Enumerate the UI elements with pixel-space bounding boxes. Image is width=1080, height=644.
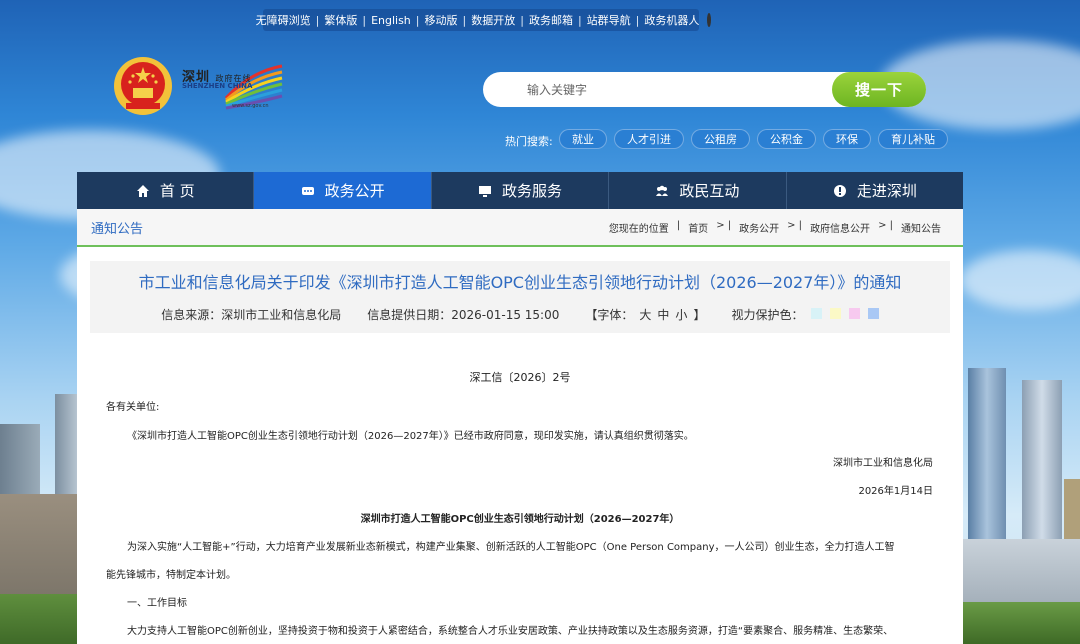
sign-date: 2026年1月14日	[858, 486, 933, 497]
article-header: 市工业和信息化局关于印发《深圳市打造人工智能OPC创业生态引领地行动计划（202…	[90, 261, 950, 333]
nav-disclosure[interactable]: 政务公开	[254, 172, 432, 209]
salutation: 各有关单位:	[106, 402, 160, 413]
search-box: 搜一下	[483, 72, 926, 107]
font-size-label: 【字体：	[585, 308, 634, 322]
hot-tag[interactable]: 公积金	[757, 129, 816, 149]
disclosure-icon	[301, 186, 314, 195]
nav-label: 政务服务	[502, 182, 563, 200]
section-heading: 一、工作目标	[127, 598, 187, 609]
link-mobile[interactable]: 移动版	[420, 12, 463, 28]
link-gov-robot[interactable]: 政务机器人	[639, 12, 704, 28]
hot-tag[interactable]: 公租房	[691, 129, 750, 149]
link-accessibility[interactable]: 无障碍浏览	[251, 12, 316, 28]
content-panel: 通知公告 您现在的位置 | 首页 > | 政务公开 > | 政府信息公开 > |…	[77, 209, 963, 644]
breadcrumb-item[interactable]: 政务公开	[739, 220, 779, 235]
hot-search-tags: 就业 人才引进 公租房 公积金 环保 育儿补贴	[559, 129, 948, 149]
font-size-control: 【字体： 大 中 小 】	[585, 306, 705, 323]
breadcrumb-item[interactable]: 通知公告	[901, 220, 941, 235]
breadcrumb-item[interactable]: 首页	[688, 220, 708, 235]
nav-services[interactable]: 政务服务	[432, 172, 610, 209]
doc-number: 深工信〔2026〕2号	[469, 371, 571, 384]
intro-paragraph: 《深圳市打造人工智能OPC创业生态引领地行动计划（2026—2027年）》已经市…	[127, 431, 694, 442]
article-meta: 信息来源：深圳市工业和信息化局 信息提供日期：2026-01-15 15:00 …	[90, 306, 950, 323]
link-site-nav[interactable]: 站群导航	[582, 12, 636, 28]
paragraph-line: 大力支持人工智能OPC创新创业，坚持投资于物和投资于人紧密结合，系统整合人才乐业…	[127, 626, 894, 637]
font-medium-button[interactable]: 中	[657, 306, 669, 323]
people-icon	[656, 185, 669, 196]
signer: 深圳市工业和信息化局	[833, 458, 933, 469]
nav-interaction[interactable]: 政民互动	[609, 172, 787, 209]
font-large-button[interactable]: 大	[639, 306, 651, 323]
national-emblem-icon	[114, 57, 172, 115]
paragraph-line: 能先锋城市，特制定本计划。	[106, 570, 236, 581]
link-open-data[interactable]: 数据开放	[466, 12, 520, 28]
breadcrumb-label: 您现在的位置	[608, 223, 669, 235]
logo-english: SHENZHEN CHINA	[182, 82, 253, 90]
logo-url: www.sz.gov.cn	[232, 103, 269, 109]
link-gov-mail[interactable]: 政务邮箱	[524, 12, 578, 28]
search-button[interactable]: 搜一下	[832, 72, 926, 107]
eye-color-pink[interactable]	[848, 308, 860, 319]
nav-label: 政民互动	[679, 182, 740, 200]
info-circle-icon	[833, 184, 846, 197]
nav-label: 走进深圳	[856, 182, 917, 200]
monitor-icon	[479, 185, 491, 197]
eye-color-blue[interactable]	[867, 308, 879, 319]
search-input[interactable]	[527, 82, 827, 97]
eye-color-cyan[interactable]	[811, 308, 823, 319]
home-icon	[136, 184, 149, 197]
main-nav: 首 页 政务公开 政务服务 政民互动 走进深圳	[77, 172, 963, 209]
hot-tag[interactable]: 育儿补贴	[878, 129, 948, 149]
cloud	[960, 250, 1080, 310]
article-title: 市工业和信息化局关于印发《深圳市打造人工智能OPC创业生态引领地行动计划（202…	[138, 273, 902, 292]
breadcrumb: 您现在的位置 | 首页 > | 政务公开 > | 政府信息公开 > | 通知公告	[608, 219, 941, 235]
top-links-bar: 无障碍浏览 | 繁体版 | English | 移动版 | 数据开放 | 政务邮箱 | 站群…	[256, 9, 712, 31]
eye-protect: 视力保护色：	[731, 306, 879, 323]
paragraph-line: 为深入实施“人工智能+”行动，大力培育产业发展新业态新模式，构建产业集聚、创新活…	[127, 542, 895, 553]
breadcrumb-item[interactable]: 政府信息公开	[810, 220, 870, 235]
info-source: 信息来源：深圳市工业和信息化局	[161, 308, 342, 322]
nav-shenzhen[interactable]: 走进深圳	[787, 172, 963, 209]
trees	[0, 594, 77, 644]
eye-protect-label: 视力保护色：	[731, 308, 804, 322]
hot-search-label: 热门搜索:	[505, 135, 553, 148]
nav-label: 首 页	[159, 182, 195, 200]
info-date: 信息提供日期：2026-01-15 15:00	[367, 308, 560, 322]
eye-color-yellow[interactable]	[830, 308, 842, 319]
hot-tag[interactable]: 人才引进	[614, 129, 684, 149]
robot-icon[interactable]	[707, 13, 712, 27]
link-traditional[interactable]: 繁体版	[319, 12, 362, 28]
hot-tag[interactable]: 就业	[559, 129, 607, 149]
nav-label: 政务公开	[324, 182, 385, 200]
crumb-bar: 通知公告 您现在的位置 | 首页 > | 政务公开 > | 政府信息公开 > |…	[77, 209, 963, 247]
nav-home[interactable]: 首 页	[77, 172, 255, 209]
section-title: 通知公告	[91, 221, 144, 237]
hot-tag[interactable]: 环保	[823, 129, 871, 149]
link-english[interactable]: English	[366, 14, 416, 27]
plan-title: 深圳市打造人工智能OPC创业生态引领地行动计划（2026—2027年）	[360, 514, 680, 525]
font-size-end: 】	[693, 308, 706, 322]
font-small-button[interactable]: 小	[675, 306, 687, 323]
trees	[963, 602, 1080, 644]
